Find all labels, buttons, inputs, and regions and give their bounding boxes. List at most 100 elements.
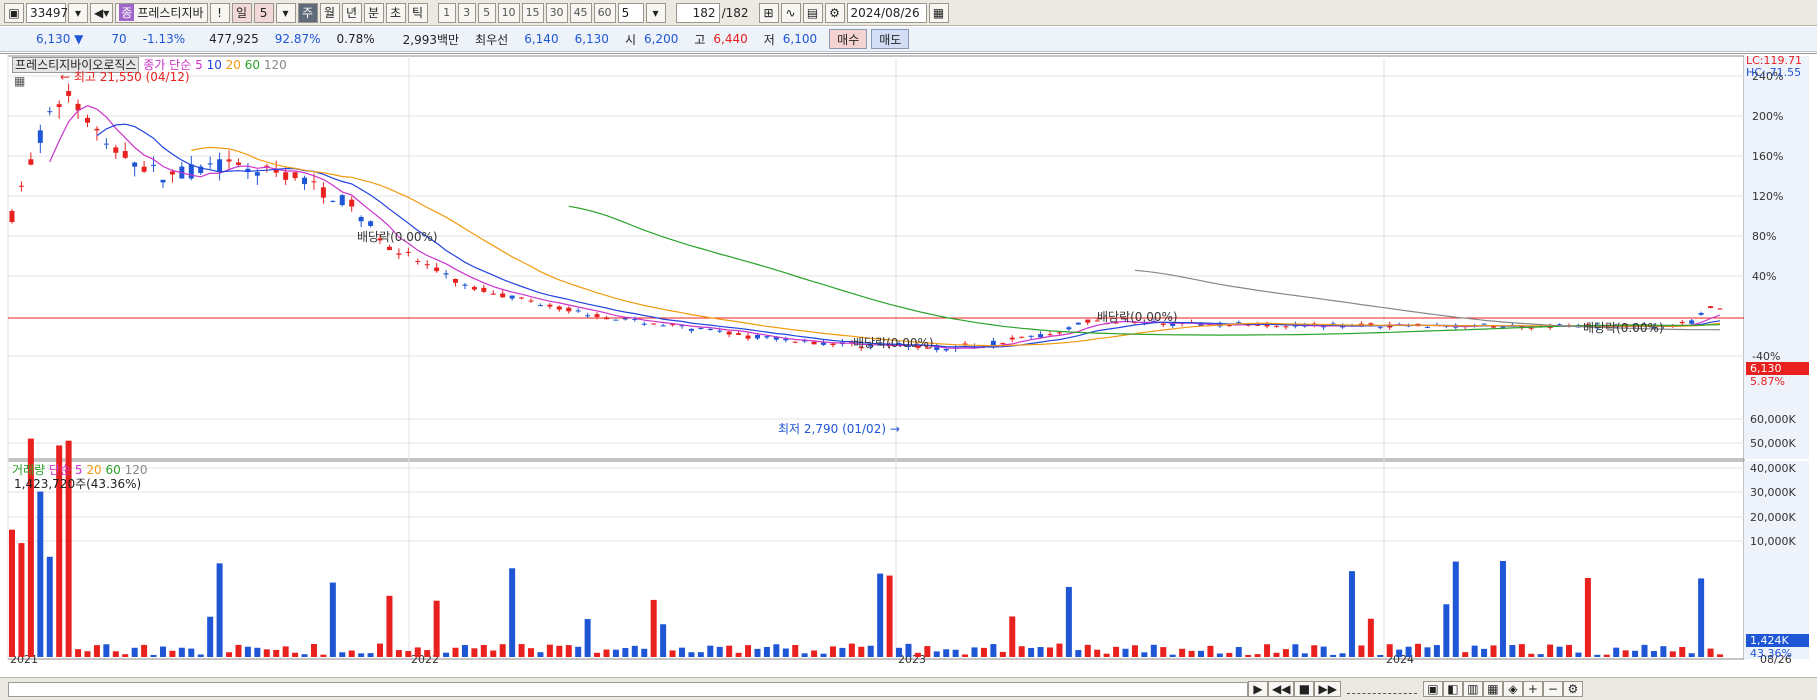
settings-icon[interactable]: ⚙ — [1562, 681, 1583, 697]
volume-bar — [282, 646, 289, 657]
candle-body — [217, 159, 223, 172]
tab-second[interactable]: 초 — [385, 2, 406, 23]
candle-body — [1236, 322, 1242, 324]
settings-icon[interactable]: ⚙ — [824, 2, 845, 23]
candle-body — [84, 117, 90, 123]
crosshair-icon[interactable]: ⊞ — [758, 2, 779, 23]
tab-tick[interactable]: 틱 — [407, 2, 428, 23]
candle-body — [292, 172, 298, 179]
count-dropdown-icon[interactable]: ▾ — [645, 2, 666, 23]
period-dropdown-icon[interactable]: ▾ — [275, 2, 296, 23]
tool-icon[interactable]: ◧ — [1442, 681, 1463, 697]
candle-body — [556, 306, 562, 310]
chart-area[interactable]: 240% 200% 160% 120% 80% 40% -40% 60,000K 50,000K… — [0, 53, 1817, 666]
scroll-right-icon[interactable]: ▶ — [1248, 681, 1268, 697]
volume-bar — [594, 652, 601, 657]
candle-body — [509, 295, 515, 299]
zoom-slider[interactable] — [1346, 684, 1417, 694]
volume-bar — [103, 644, 110, 657]
candle-body — [1075, 322, 1081, 325]
speaker-icon[interactable]: ◀▾ — [90, 2, 114, 23]
candle-body — [1066, 327, 1072, 330]
tool-icon[interactable]: ▦ — [1482, 681, 1503, 697]
tab-year[interactable]: 년 — [341, 2, 362, 23]
fast-forward-icon[interactable]: ▶▶ — [1314, 681, 1341, 697]
volume-bar — [528, 648, 535, 657]
code-dropdown-button[interactable]: ▾ — [68, 2, 88, 23]
candle-body — [641, 323, 647, 325]
ma120-label: 120 — [263, 58, 287, 72]
tool-icon[interactable]: ◈ — [1502, 681, 1523, 697]
zoom-out-icon[interactable]: − — [1542, 681, 1563, 697]
stock-name-field[interactable]: 종 프레스티지바 — [115, 2, 208, 23]
zoom-in-icon[interactable]: + — [1522, 681, 1543, 697]
sell-button[interactable]: 매도 — [871, 29, 910, 49]
candle-body — [792, 341, 798, 343]
volume-bar — [612, 649, 619, 657]
count-select[interactable]: 5 — [617, 2, 644, 23]
chart-scroll-bar[interactable]: ▶ ◀◀ ■ ▶▶ ▣ ◧ ▥ ▦ ◈ + − ⚙ — [0, 677, 1817, 700]
candle-body — [1679, 321, 1685, 324]
volume-bar — [1188, 650, 1195, 657]
stop-icon[interactable]: ■ — [1294, 681, 1315, 697]
interval-1[interactable]: 1 — [437, 2, 456, 23]
volume-bar — [1245, 654, 1252, 657]
rewind-icon[interactable]: ◀◀ — [1268, 681, 1295, 697]
tool-icon[interactable]: ▣ — [1422, 681, 1443, 697]
candle-body — [745, 335, 751, 339]
volume-bar — [1386, 644, 1393, 657]
volume-bar — [622, 648, 629, 657]
volume-bar — [480, 644, 487, 657]
interval-10[interactable]: 10 — [497, 2, 520, 23]
candle-body — [528, 300, 534, 302]
interval-30[interactable]: 30 — [545, 2, 568, 23]
volume-pct-tag: 43.36% — [1750, 647, 1792, 660]
volume-bar — [1462, 652, 1469, 657]
volume-bar — [112, 651, 119, 657]
volume-bar — [1348, 571, 1355, 657]
draw-icon[interactable]: ∿ — [780, 2, 801, 23]
candle-chart[interactable]: 240%200%160%120%80%40%-40%60,000K50,000K… — [0, 54, 1817, 666]
buy-button[interactable]: 매수 — [829, 29, 868, 49]
volume-bar — [131, 647, 138, 657]
volume-bar — [678, 647, 685, 657]
candle-body — [66, 91, 72, 96]
interval-3[interactable]: 3 — [457, 2, 476, 23]
candle-body — [368, 221, 374, 226]
volume-bar — [1556, 646, 1563, 657]
interval-60[interactable]: 60 — [593, 2, 616, 23]
volume-bar — [820, 653, 827, 657]
interval-5[interactable]: 5 — [477, 2, 496, 23]
alert-icon[interactable]: ! — [209, 2, 230, 23]
interval-15[interactable]: 15 — [521, 2, 544, 23]
bid-price: 6,130 — [574, 32, 609, 46]
volume-bar — [141, 644, 148, 657]
ma5-label: 5 — [195, 58, 203, 72]
volume-bar — [1707, 648, 1714, 657]
tool-icon[interactable]: ▥ — [1462, 681, 1483, 697]
period-num-select[interactable]: 5 — [253, 2, 274, 23]
volume-bar — [226, 652, 233, 657]
tab-minute[interactable]: 분 — [363, 2, 384, 23]
volume: 477,925 — [209, 32, 259, 46]
save-icon[interactable]: ▤ — [802, 2, 823, 23]
period-day-button[interactable]: 일 — [231, 2, 252, 23]
candle-body — [1698, 313, 1704, 315]
interval-45[interactable]: 45 — [569, 2, 592, 23]
date-input[interactable]: 2024/08/26 — [846, 2, 927, 23]
tab-month[interactable]: 월 — [319, 2, 340, 23]
tab-week[interactable]: 주 — [297, 2, 318, 23]
table-icon[interactable]: ▦ — [14, 74, 25, 88]
bar-count-input[interactable]: 182 — [675, 2, 720, 23]
calendar-icon[interactable]: ▦ — [928, 2, 949, 23]
y-tick-label: 30,000K — [1750, 486, 1796, 499]
volume-bar — [707, 645, 714, 657]
volume-bar — [1622, 650, 1629, 657]
stock-code-input[interactable]: 334970 — [26, 2, 76, 23]
layout-icon[interactable]: ▣ — [4, 2, 24, 23]
candle-body — [1273, 325, 1279, 327]
volume-bar — [1490, 645, 1497, 657]
candle-body — [585, 315, 591, 317]
scrollbar-track[interactable] — [8, 681, 1248, 697]
candle-body — [1717, 308, 1723, 310]
